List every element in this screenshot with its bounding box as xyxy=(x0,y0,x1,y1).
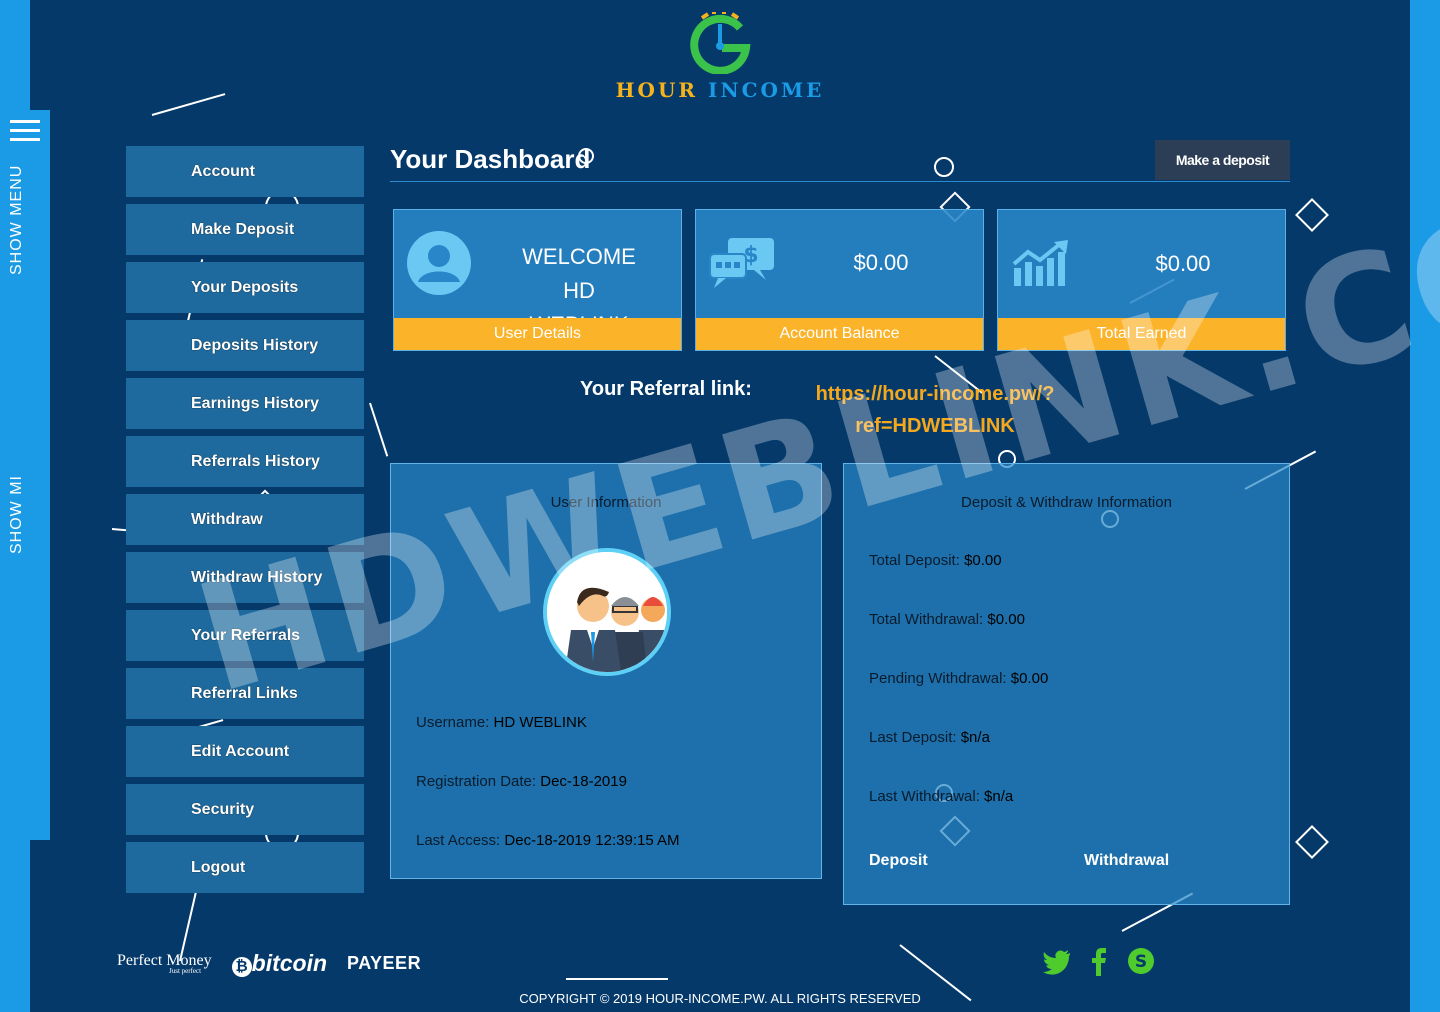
show-menu-tab[interactable]: SHOW MENU SHOW MI xyxy=(0,110,50,840)
total-deposit-label: Total Deposit: xyxy=(869,552,960,569)
logo-wordmark: HOUR INCOME xyxy=(615,78,825,102)
payeer-logo: PAYEER xyxy=(347,953,422,973)
sidebar-item-deposits-history[interactable]: Deposits History xyxy=(126,320,364,371)
tab-deposit[interactable]: Deposit xyxy=(869,852,928,870)
last-access-value: Dec-18-2019 12:39:15 AM xyxy=(504,832,680,849)
money-chat-icon: $ xyxy=(709,238,774,288)
sidebar-item-your-deposits[interactable]: Your Deposits xyxy=(126,262,364,313)
total-withdrawal-value: $0.00 xyxy=(987,611,1025,628)
total-withdrawal-label: Total Withdrawal: xyxy=(869,611,984,628)
pending-withdrawal-label: Pending Withdrawal: xyxy=(869,670,1007,687)
footer-divider xyxy=(566,978,668,980)
last-deposit-value: $n/a xyxy=(960,729,990,746)
sidebar-item-edit-account[interactable]: Edit Account xyxy=(126,726,364,777)
skype-icon[interactable]: S xyxy=(1126,946,1156,976)
last-withdrawal-label: Last Withdrawal: xyxy=(869,788,980,805)
account-balance-card: $ $0.00 Account Balance xyxy=(695,209,984,351)
social-links: S xyxy=(1042,946,1156,976)
sidebar-item-security[interactable]: Security xyxy=(126,784,364,835)
last-deposit-label: Last Deposit: xyxy=(869,729,957,746)
registration-date-value: Dec-18-2019 xyxy=(540,773,627,790)
user-details-link[interactable]: User Details xyxy=(394,318,681,350)
sidebar-item-account[interactable]: Account xyxy=(126,146,364,197)
logo-word-hour: HOUR xyxy=(615,78,699,102)
total-deposit-value: $0.00 xyxy=(964,552,1002,569)
svg-text:S: S xyxy=(1135,952,1147,972)
sidebar-item-referrals-history[interactable]: Referrals History xyxy=(126,436,364,487)
clock-logo-icon xyxy=(690,12,751,74)
sidebar-item-logout[interactable]: Logout xyxy=(126,842,364,893)
account-balance-value: $0.00 xyxy=(853,250,909,275)
show-menu-label: SHOW MENU xyxy=(8,164,25,276)
last-withdrawal-value: $n/a xyxy=(984,788,1014,805)
last-access-label: Last Access: xyxy=(416,832,501,849)
welcome-text: WELCOME xyxy=(522,244,636,269)
username-label: Username: xyxy=(416,714,490,731)
last-access-row: Last Access: Dec-18-2019 12:39:15 AM xyxy=(416,832,680,849)
site-logo[interactable]: HOUR INCOME xyxy=(615,12,825,107)
right-edge-bar xyxy=(1410,0,1440,1012)
facebook-icon[interactable] xyxy=(1084,946,1114,976)
total-deposit-row: Total Deposit: $0.00 xyxy=(869,552,1002,569)
referral-link-label: Your Referral link: xyxy=(580,378,752,400)
username-row: Username: HD WEBLINK xyxy=(416,714,587,731)
user-icon xyxy=(407,231,471,295)
make-deposit-button[interactable]: Make a deposit xyxy=(1155,140,1290,180)
page-title: Your Dashboard xyxy=(390,144,591,174)
growth-chart-icon xyxy=(1012,240,1068,286)
twitter-icon[interactable] xyxy=(1042,946,1072,976)
username-value: HD WEBLINK xyxy=(493,714,587,731)
bitcoin-icon: ₿ xyxy=(231,957,252,977)
tab-withdrawal[interactable]: Withdrawal xyxy=(1084,852,1169,870)
payment-logos: Perfect Money Just perfect ₿ bitcoin PAYE… xyxy=(117,950,421,977)
sidebar-item-earnings-history[interactable]: Earnings History xyxy=(126,378,364,429)
sidebar-item-make-deposit[interactable]: Make Deposit xyxy=(126,204,364,255)
title-divider xyxy=(390,181,1290,182)
bitcoin-logo: ₿ bitcoin xyxy=(231,950,328,977)
copyright-text: COPYRIGHT © 2019 HOUR-INCOME.PW. ALL RIG… xyxy=(519,991,921,1006)
total-withdrawal-row: Total Withdrawal: $0.00 xyxy=(869,611,1025,628)
registration-date-label: Registration Date: xyxy=(416,773,537,790)
show-menu-label-secondary: SHOW MI xyxy=(8,475,25,555)
registration-date-row: Registration Date: Dec-18-2019 xyxy=(416,773,627,790)
pending-withdrawal-value: $0.00 xyxy=(1010,670,1049,687)
bitcoin-text: bitcoin xyxy=(251,950,328,976)
perfect-money-logo: Perfect Money Just perfect xyxy=(117,952,212,975)
logo-word-income: INCOME xyxy=(708,78,825,102)
last-withdrawal-row: Last Withdrawal: $n/a xyxy=(869,788,1013,805)
last-deposit-row: Last Deposit: $n/a xyxy=(869,729,990,746)
welcome-card: WELCOME HD WEBLINK User Details xyxy=(393,209,682,351)
hamburger-menu-icon[interactable] xyxy=(10,120,40,142)
pending-withdrawal-row: Pending Withdrawal: $0.00 xyxy=(869,670,1048,687)
